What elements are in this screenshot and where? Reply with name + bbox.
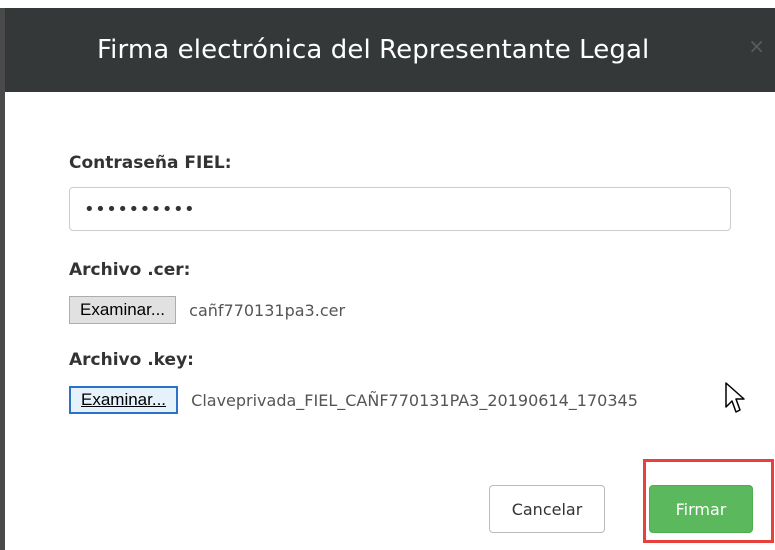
page: Firma electrónica del Representante Lega…: [0, 0, 775, 550]
modal-header: Firma electrónica del Representante Lega…: [5, 8, 775, 92]
top-strip: [0, 0, 775, 8]
cer-file-name: cañf770131pa3.cer: [189, 300, 346, 320]
key-label: Archivo .key:: [69, 350, 194, 370]
sign-button[interactable]: Firmar: [649, 485, 753, 533]
password-field[interactable]: [69, 187, 731, 231]
modal-title: Firma electrónica del Representante Lega…: [97, 35, 650, 65]
close-icon[interactable]: ×: [748, 36, 765, 56]
password-label: Contraseña FIEL:: [69, 153, 232, 173]
key-file-name: Claveprivada_FIEL_CAÑF770131PA3_20190614…: [191, 390, 638, 410]
modal-body: Contraseña FIEL: Archivo .cer: Examinar.…: [5, 92, 775, 550]
key-file-row: Examinar... Claveprivada_FIEL_CAÑF770131…: [69, 386, 638, 416]
cer-label: Archivo .cer:: [69, 260, 191, 280]
cer-browse-button[interactable]: Examinar...: [69, 296, 177, 324]
mouse-pointer-icon: [725, 382, 745, 413]
key-browse-button[interactable]: Examinar...: [69, 386, 179, 414]
cer-file-row: Examinar... cañf770131pa3.cer: [69, 296, 345, 326]
cancel-button[interactable]: Cancelar: [489, 485, 605, 533]
